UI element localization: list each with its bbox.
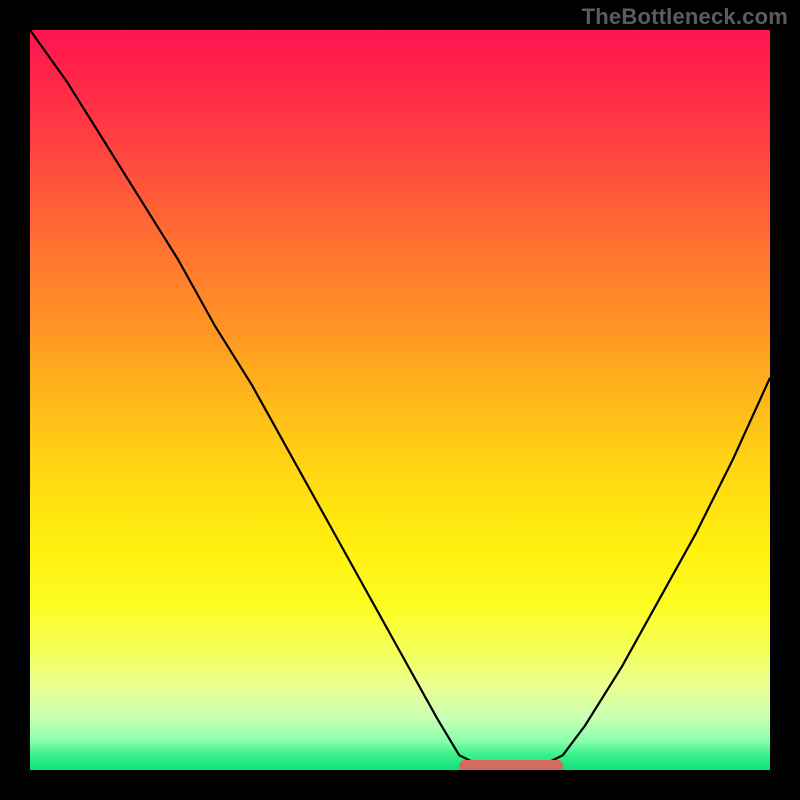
curve-svg [30,30,770,770]
bottleneck-curve [30,30,770,770]
plot-area [30,30,770,770]
watermark-text: TheBottleneck.com [582,4,788,30]
minimum-band [459,760,563,770]
chart-frame: TheBottleneck.com [0,0,800,800]
